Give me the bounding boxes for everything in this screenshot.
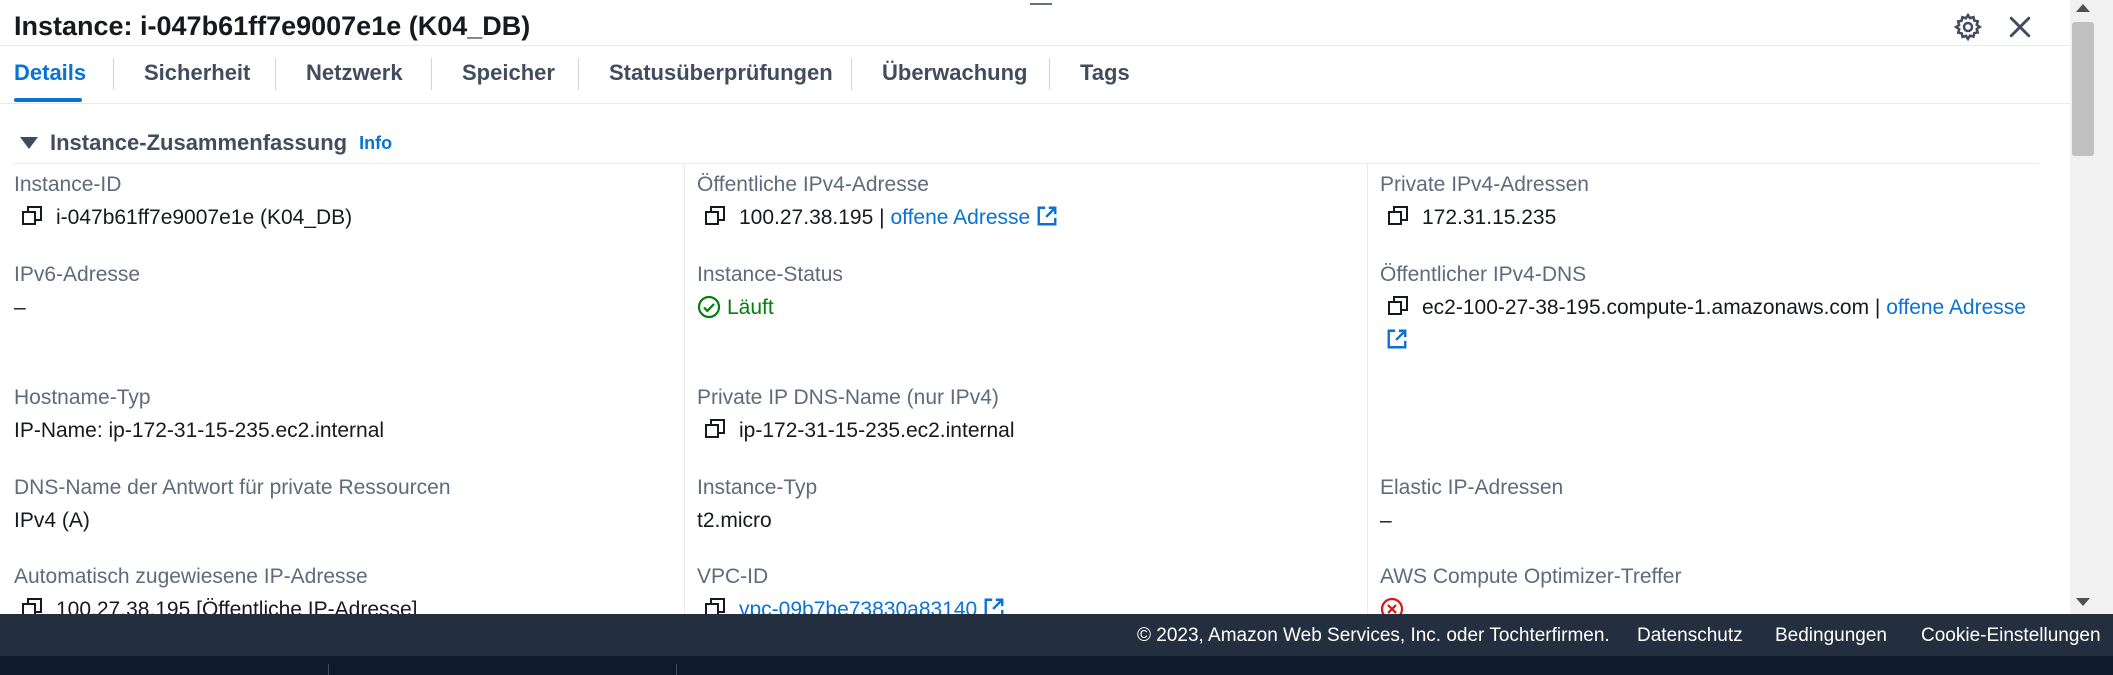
section-title: Instance-Zusammenfassung	[50, 130, 348, 155]
footer-privacy-link[interactable]: Datenschutz	[1637, 625, 1743, 647]
field-private-dns: Private IP DNS-Name (nur IPv4) ip-172-31…	[697, 384, 1015, 447]
open-address-link[interactable]: offene Adresse	[890, 206, 1030, 229]
gear-icon[interactable]	[1953, 12, 1983, 42]
section-header[interactable]: Instance-Zusammenfassung Info	[14, 128, 392, 158]
bottom-bar	[0, 656, 2113, 675]
external-link-icon[interactable]	[1036, 205, 1058, 227]
footer-terms-link[interactable]: Bedingungen	[1775, 625, 1887, 647]
scroll-down-icon[interactable]	[2076, 598, 2090, 606]
field-public-ipv4: Öffentliche IPv4-Adresse 100.27.38.195 |…	[697, 171, 1058, 234]
tab-speicher[interactable]: Speicher	[462, 60, 555, 86]
drag-handle-icon[interactable]	[1030, 0, 1052, 10]
field-label: Öffentlicher IPv4-DNS	[1380, 263, 1587, 286]
field-label: AWS Compute Optimizer-Treffer	[1380, 565, 1682, 588]
value-separator: |	[879, 206, 885, 229]
tab-divider	[851, 58, 852, 90]
field-label: Öffentliche IPv4-Adresse	[697, 173, 929, 196]
field-instance-id: Instance-ID i-047b61ff7e9007e1e (K04_DB)	[14, 171, 352, 234]
open-address-link[interactable]: offene Adresse	[1886, 296, 2026, 319]
elastic-ip-value: –	[1380, 509, 1392, 532]
active-tab-indicator	[14, 98, 82, 102]
field-label: Hostname-Typ	[14, 386, 151, 409]
field-label: Automatisch zugewiesene IP-Adresse	[14, 565, 368, 588]
field-elastic-ip: Elastic IP-Adressen –	[1380, 474, 1563, 537]
info-link[interactable]: Info	[359, 133, 392, 154]
caret-down-icon[interactable]	[20, 137, 38, 149]
field-public-dns: Öffentlicher IPv4-DNS ec2-100-27-38-195.…	[1380, 261, 2040, 357]
footer: © 2023, Amazon Web Services, Inc. oder T…	[0, 614, 2113, 656]
value-separator: |	[1874, 296, 1881, 319]
tab-tags[interactable]: Tags	[1080, 60, 1130, 86]
close-icon[interactable]	[2005, 12, 2035, 42]
field-instance-type: Instance-Typ t2.micro	[697, 474, 817, 537]
field-label: Instance-Typ	[697, 476, 818, 499]
copy-icon[interactable]	[703, 417, 727, 441]
tab-divider	[113, 58, 114, 90]
scroll-up-icon[interactable]	[2076, 4, 2090, 12]
field-instance-state: Instance-Status Läuft	[697, 261, 843, 324]
answer-dns-value: IPv4 (A)	[14, 509, 90, 532]
tab-divider	[578, 58, 579, 90]
copy-icon[interactable]	[703, 204, 727, 228]
footer-copyright: © 2023, Amazon Web Services, Inc. oder T…	[1137, 625, 1610, 646]
field-label: DNS-Name der Antwort für private Ressour…	[14, 476, 451, 499]
field-label: IPv6-Adresse	[14, 263, 141, 286]
tab-statuschecks[interactable]: Statusüberprüfungen	[609, 60, 833, 86]
copy-icon[interactable]	[1386, 204, 1410, 228]
column-divider	[684, 164, 685, 614]
field-label: Elastic IP-Adressen	[1380, 476, 1564, 499]
external-link-icon[interactable]	[1386, 328, 1408, 350]
tab-details[interactable]: Details	[14, 60, 86, 86]
footer-cookie-link[interactable]: Cookie-Einstellungen	[1921, 625, 2101, 647]
panel-header: Instance: i-047b61ff7e9007e1e (K04_DB)	[0, 0, 2070, 46]
field-ipv6: IPv6-Adresse –	[14, 261, 140, 324]
scrollbar-thumb[interactable]	[2072, 22, 2094, 156]
tab-netzwerk[interactable]: Netzwerk	[306, 60, 403, 86]
page-title: Instance: i-047b61ff7e9007e1e (K04_DB)	[14, 11, 531, 41]
private-dns-value: ip-172-31-15-235.ec2.internal	[739, 419, 1015, 442]
field-label: Instance-ID	[14, 173, 122, 196]
public-ipv4-value: 100.27.38.195	[739, 206, 874, 229]
field-private-ipv4: Private IPv4-Adressen 172.31.15.235	[1380, 171, 1589, 234]
public-dns-value: ec2-100-27-38-195.compute-1.amazonaws.co…	[1422, 296, 1870, 319]
copy-icon[interactable]	[20, 204, 44, 228]
bottom-divider	[328, 664, 329, 675]
field-hostname-type: Hostname-Typ IP-Name: ip-172-31-15-235.e…	[14, 384, 384, 447]
field-answer-dns: DNS-Name der Antwort für private Ressour…	[14, 474, 451, 537]
field-label: Instance-Status	[697, 263, 843, 286]
private-ipv4-value: 172.31.15.235	[1422, 206, 1557, 229]
check-circle-icon	[697, 295, 721, 319]
bottom-divider	[676, 664, 677, 675]
field-label: Private IPv4-Adressen	[1380, 173, 1589, 196]
divider	[14, 163, 2039, 164]
instance-state-value: Läuft	[727, 296, 774, 319]
tab-divider	[275, 58, 276, 90]
copy-icon[interactable]	[1386, 294, 1410, 318]
hostname-type-value: IP-Name: ip-172-31-15-235.ec2.internal	[14, 419, 385, 442]
tab-divider	[431, 58, 432, 90]
field-label: Private IP DNS-Name (nur IPv4)	[697, 386, 999, 409]
tab-sicherheit[interactable]: Sicherheit	[144, 60, 250, 86]
ipv6-value: –	[14, 296, 26, 319]
instance-id-value: i-047b61ff7e9007e1e (K04_DB)	[56, 206, 353, 229]
tab-monitoring[interactable]: Überwachung	[882, 60, 1027, 86]
tab-bar: Details Sicherheit Netzwerk Speicher Sta…	[0, 46, 2070, 104]
tab-divider	[1049, 58, 1050, 90]
field-label: VPC-ID	[697, 565, 769, 588]
instance-type-value: t2.micro	[697, 509, 772, 532]
column-divider	[1367, 164, 1368, 614]
